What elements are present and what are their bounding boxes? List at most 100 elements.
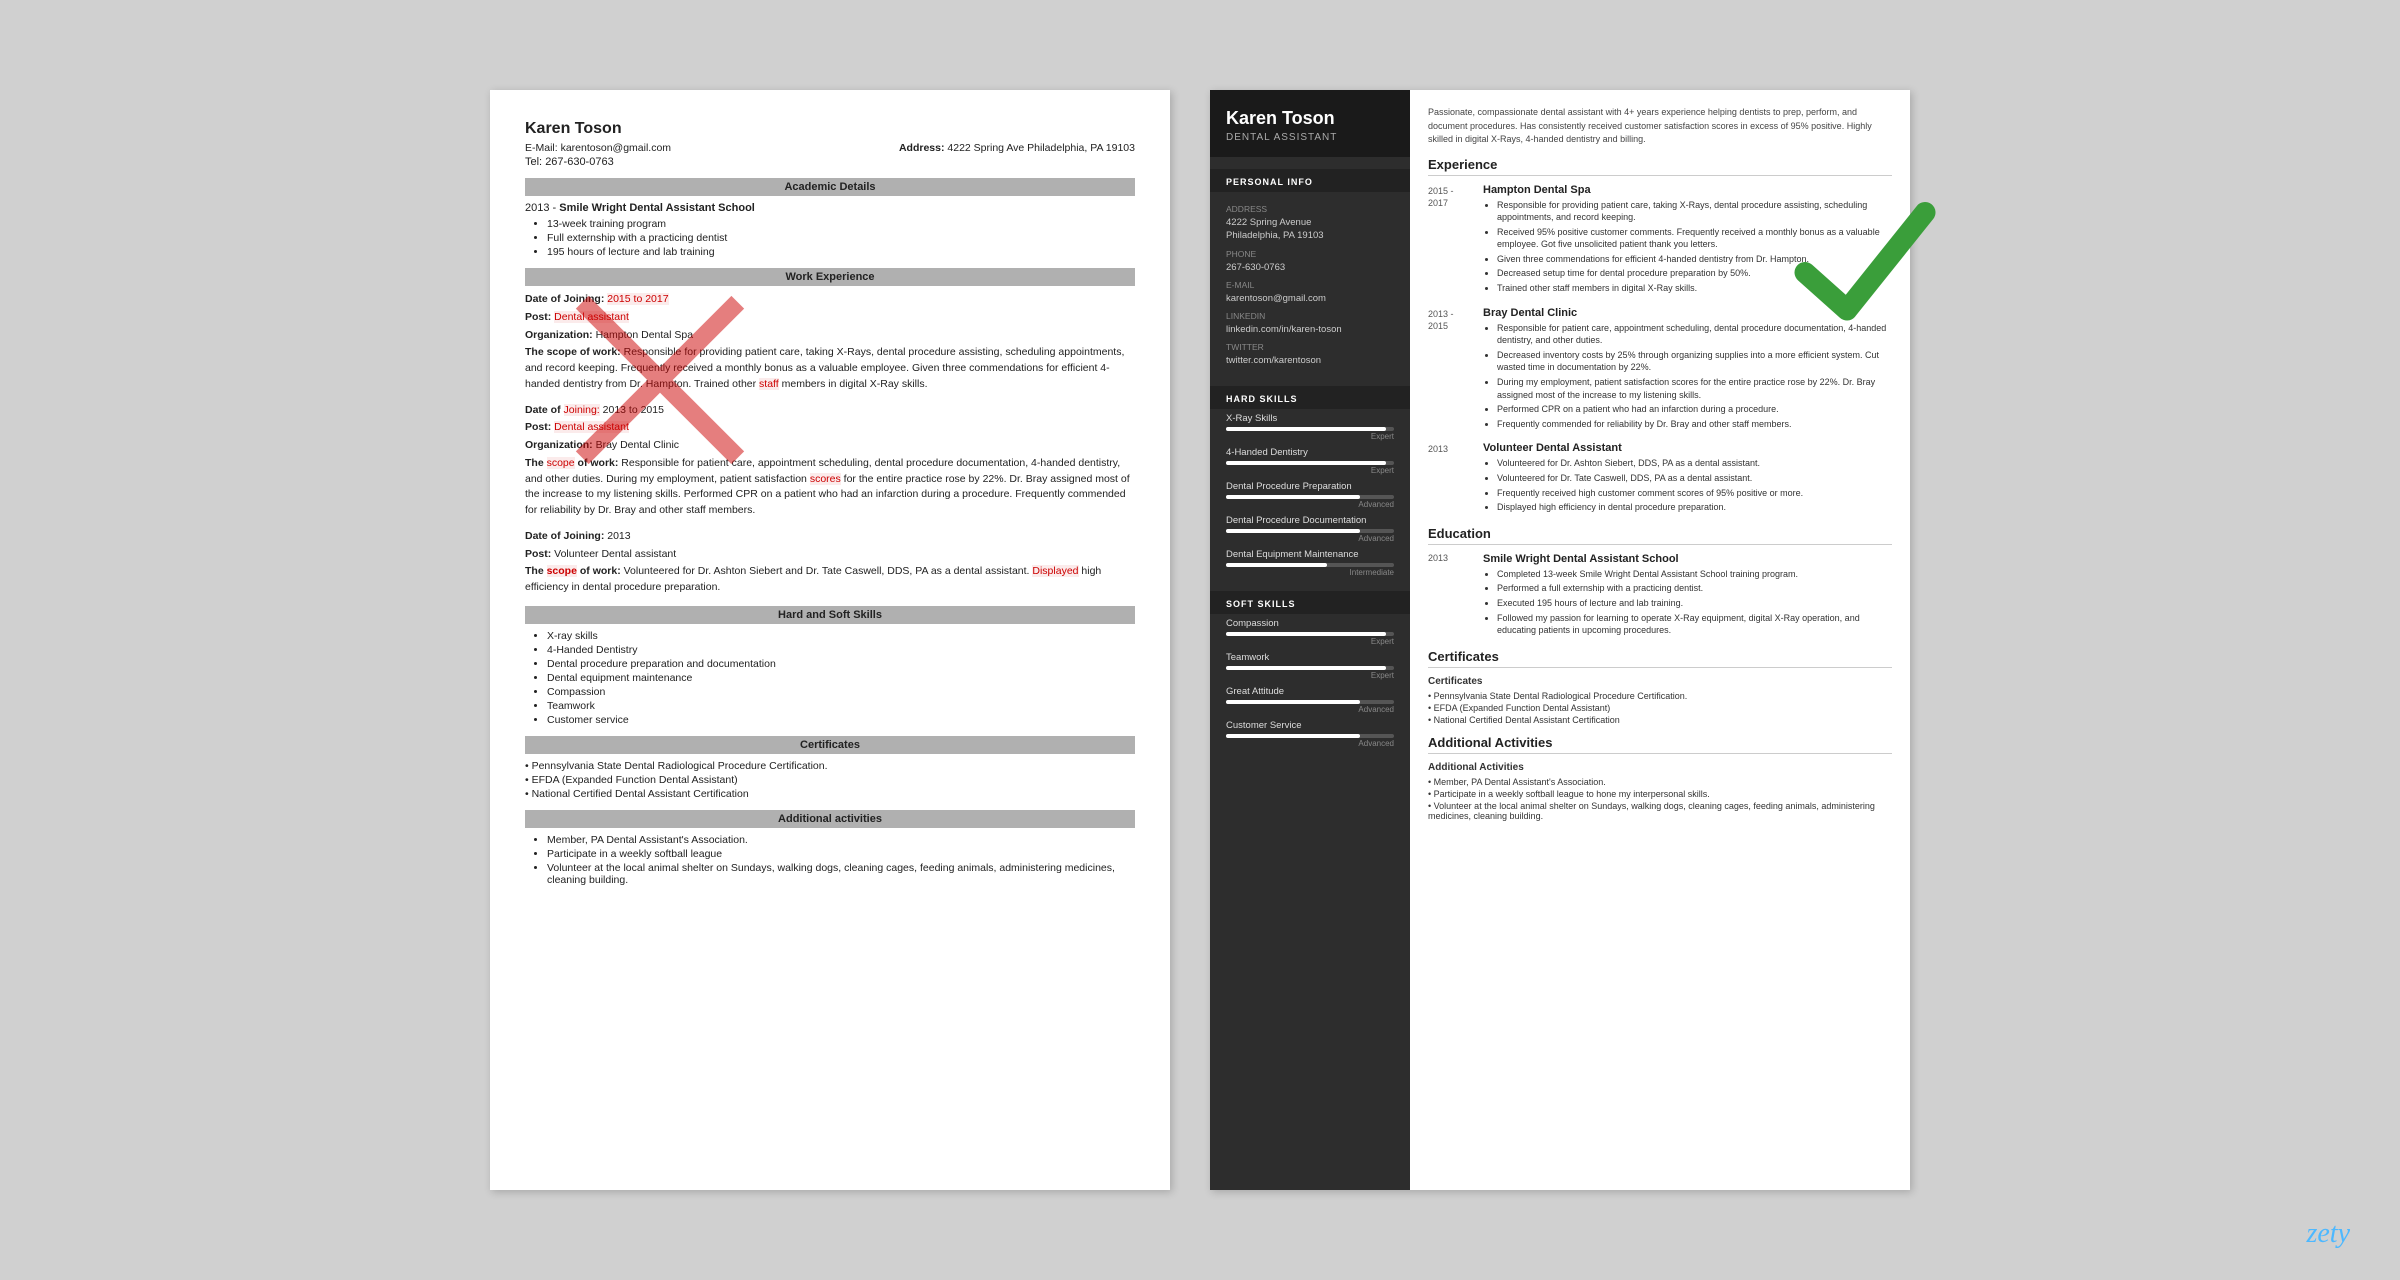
- skill-bar-fill: [1226, 461, 1386, 465]
- skill-level: Expert: [1226, 637, 1394, 646]
- skill-bar-bg: [1226, 495, 1394, 499]
- experience-title: Experience: [1428, 157, 1892, 176]
- skill-level: Advanced: [1226, 739, 1394, 748]
- skill-bar-fill: [1226, 700, 1360, 704]
- skill-name: Customer Service: [1226, 720, 1394, 731]
- list-item: Performed CPR on a patient who had an in…: [1497, 403, 1892, 416]
- list-item: Frequently received high customer commen…: [1497, 487, 1892, 500]
- cert-3: • National Certified Dental Assistant Ce…: [525, 788, 1135, 800]
- cert-item: • National Certified Dental Assistant Ce…: [1428, 715, 1892, 725]
- left-cert-title: Certificates: [525, 736, 1135, 754]
- sidebar-soft-skills-title: Soft Skills: [1210, 591, 1410, 614]
- skill-name: Great Attitude: [1226, 686, 1394, 697]
- skill-row: Dental Procedure Preparation Advanced: [1210, 477, 1410, 511]
- skill-row: Dental Equipment Maintenance Intermediat…: [1210, 545, 1410, 579]
- education-container: 2013 Smile Wright Dental Assistant Schoo…: [1428, 553, 1892, 639]
- list-item: Customer service: [547, 714, 1135, 726]
- left-contact-row: E-Mail: karentoson@gmail.com Address: 42…: [525, 142, 1135, 154]
- list-item: Frequently commended for reliability by …: [1497, 418, 1892, 431]
- skill-level: Expert: [1226, 466, 1394, 475]
- skill-level: Advanced: [1226, 534, 1394, 543]
- resume-sidebar: Karen Toson Dental Assistant Personal In…: [1210, 90, 1410, 1190]
- sidebar-hard-skills-title: Hard Skills: [1210, 386, 1410, 409]
- skill-row: Compassion Expert: [1210, 614, 1410, 648]
- skill-bar-fill: [1226, 734, 1360, 738]
- skill-bar-fill: [1226, 427, 1386, 431]
- skill-bar-bg: [1226, 563, 1394, 567]
- left-additional-list: Member, PA Dental Assistant's Associatio…: [525, 834, 1135, 886]
- cert-item: • Pennsylvania State Dental Radiological…: [1428, 691, 1892, 701]
- skill-bar-fill: [1226, 632, 1386, 636]
- skill-level: Intermediate: [1226, 568, 1394, 577]
- list-item: Executed 195 hours of lecture and lab tr…: [1497, 597, 1892, 610]
- cert-item: • EFDA (Expanded Function Dental Assista…: [1428, 703, 1892, 713]
- list-item: 13-week training program: [547, 218, 1135, 230]
- cert-section: Certificates • Pennsylvania State Dental…: [1428, 676, 1892, 725]
- edu-entry: 2013 Smile Wright Dental Assistant Schoo…: [1428, 553, 1892, 639]
- skill-level: Advanced: [1226, 705, 1394, 714]
- list-item: Member, PA Dental Assistant's Associatio…: [547, 834, 1135, 846]
- additional-item: • Volunteer at the local animal shelter …: [1428, 801, 1892, 821]
- exp-years: 2013 -2015: [1428, 307, 1473, 433]
- skill-bar-bg: [1226, 632, 1394, 636]
- skill-name: Dental Procedure Preparation: [1226, 481, 1394, 492]
- list-item: Dental equipment maintenance: [547, 672, 1135, 684]
- left-email: E-Mail: karentoson@gmail.com: [525, 142, 671, 154]
- hard-skills-container: X-Ray Skills Expert 4-Handed Dentistry E…: [1210, 409, 1410, 579]
- additional-section: Additional Activities • Member, PA Denta…: [1428, 762, 1892, 821]
- skill-name: Compassion: [1226, 618, 1394, 629]
- exp-entry: 2013 Volunteer Dental Assistant Voluntee…: [1428, 442, 1892, 515]
- additional-subtitle: Additional Activities: [1428, 762, 1892, 773]
- right-resume: Karen Toson Dental Assistant Personal In…: [1210, 90, 1910, 1190]
- left-resume: Karen Toson E-Mail: karentoson@gmail.com…: [490, 90, 1170, 1190]
- skill-bar-bg: [1226, 700, 1394, 704]
- skill-name: Teamwork: [1226, 652, 1394, 663]
- list-item: Volunteered for Dr. Tate Caswell, DDS, P…: [1497, 472, 1892, 485]
- cert-container: • Pennsylvania State Dental Radiological…: [1428, 691, 1892, 725]
- right-title: Dental Assistant: [1226, 132, 1394, 143]
- list-item: Volunteered for Dr. Ashton Siebert, DDS,…: [1497, 457, 1892, 470]
- skill-bar-bg: [1226, 461, 1394, 465]
- edu-year: 2013: [1428, 553, 1473, 639]
- cert-subtitle: Certificates: [1428, 676, 1892, 687]
- zety-watermark: zety: [2306, 1218, 2350, 1250]
- skill-bar-fill: [1226, 495, 1360, 499]
- list-item: 4-Handed Dentistry: [547, 644, 1135, 656]
- school-name: Smile Wright Dental Assistant School: [1483, 553, 1892, 565]
- edu-body: Smile Wright Dental Assistant School Com…: [1483, 553, 1892, 639]
- skill-row: X-Ray Skills Expert: [1210, 409, 1410, 443]
- green-check-mark: [1790, 190, 1940, 340]
- sidebar-name-block: Karen Toson Dental Assistant: [1210, 90, 1410, 157]
- red-x-mark: [550, 270, 770, 490]
- skill-bar-fill: [1226, 666, 1386, 670]
- skill-name: Dental Procedure Documentation: [1226, 515, 1394, 526]
- list-item: Decreased inventory costs by 25% through…: [1497, 349, 1892, 374]
- skill-bar-bg: [1226, 427, 1394, 431]
- additional-item: • Participate in a weekly softball leagu…: [1428, 789, 1892, 799]
- list-item: Full externship with a practicing dentis…: [547, 232, 1135, 244]
- additional-container: • Member, PA Dental Assistant's Associat…: [1428, 777, 1892, 821]
- skill-row: Teamwork Expert: [1210, 648, 1410, 682]
- list-item: Followed my passion for learning to oper…: [1497, 612, 1892, 637]
- list-item: Displayed high efficiency in dental proc…: [1497, 501, 1892, 514]
- list-item: 195 hours of lecture and lab training: [547, 246, 1135, 258]
- email-label: E-mail: [1226, 280, 1394, 290]
- phone-value: 267-630-0763: [1226, 261, 1394, 274]
- email-value: karentoson@gmail.com: [1226, 292, 1394, 305]
- left-skills-title: Hard and Soft Skills: [525, 606, 1135, 624]
- skill-row: Dental Procedure Documentation Advanced: [1210, 511, 1410, 545]
- work-entry-3: Date of Joining: 2013 Post: Volunteer De…: [525, 529, 1135, 596]
- right-name: Karen Toson: [1226, 108, 1394, 129]
- list-item: Dental procedure preparation and documen…: [547, 658, 1135, 670]
- left-academic-list: 13-week training program Full externship…: [525, 218, 1135, 258]
- list-item: Participate in a weekly softball league: [547, 848, 1135, 860]
- skill-level: Advanced: [1226, 500, 1394, 509]
- list-item: During my employment, patient satisfacti…: [1497, 376, 1892, 401]
- left-tel: Tel: 267-630-0763: [525, 156, 1135, 168]
- additional-item: • Member, PA Dental Assistant's Associat…: [1428, 777, 1892, 787]
- summary-text: Passionate, compassionate dental assista…: [1428, 106, 1892, 147]
- list-item: X-ray skills: [547, 630, 1135, 642]
- left-academic-year: 2013 - Smile Wright Dental Assistant Sch…: [525, 202, 1135, 214]
- skill-level: Expert: [1226, 671, 1394, 680]
- exp-body: Volunteer Dental Assistant Volunteered f…: [1483, 442, 1892, 515]
